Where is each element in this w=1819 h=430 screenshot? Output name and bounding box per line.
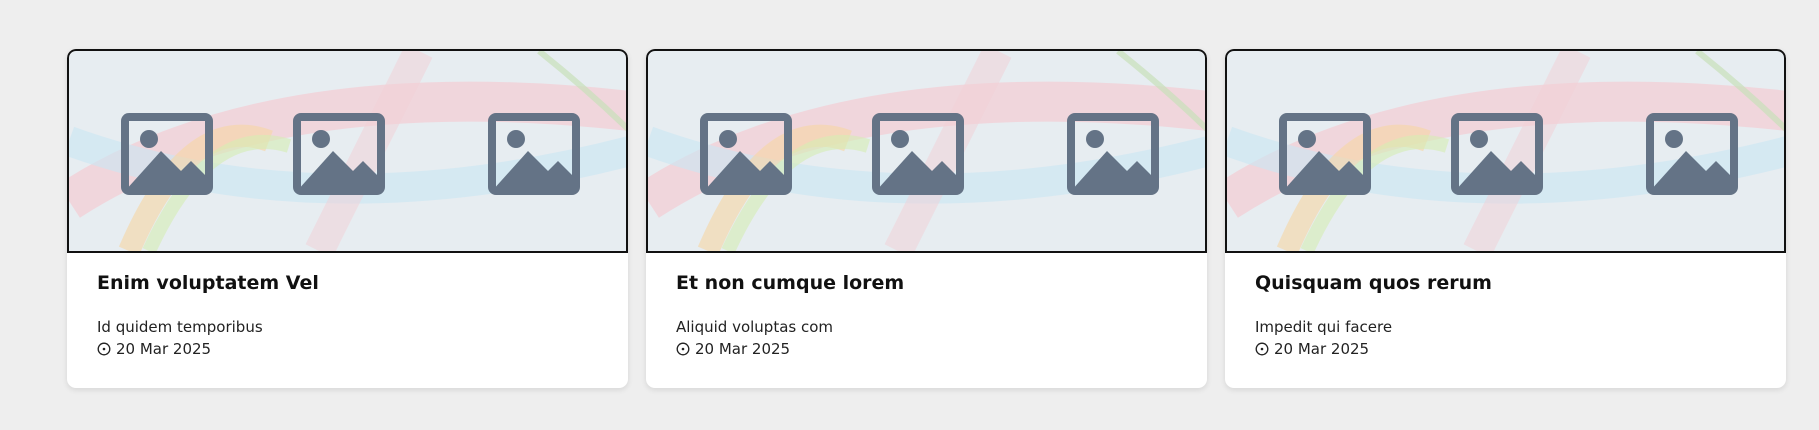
- image-placeholder-icon: [121, 113, 213, 195]
- card-body: Enim voluptatem Vel Id quidem temporibus…: [67, 253, 628, 359]
- cards-row: Enim voluptatem Vel Id quidem temporibus…: [67, 49, 1786, 388]
- article-card[interactable]: Quisquam quos rerum Impedit qui facere 2…: [1225, 49, 1786, 388]
- image-placeholder-icon: [872, 113, 964, 195]
- image-placeholder-icon: [1067, 113, 1159, 195]
- clock-icon: [676, 342, 690, 356]
- article-card[interactable]: Et non cumque lorem Aliquid voluptas com…: [646, 49, 1207, 388]
- image-placeholder-icon: [293, 113, 385, 195]
- image-placeholder-icon: [1646, 113, 1738, 195]
- date-text: 20 Mar 2025: [116, 340, 212, 358]
- card-title[interactable]: Quisquam quos rerum: [1255, 271, 1756, 295]
- image-placeholder-icon: [1279, 113, 1371, 195]
- card-description: Id quidem temporibus: [97, 318, 263, 336]
- card-description: Impedit qui facere: [1255, 318, 1393, 336]
- card-date: 20 Mar 2025: [676, 339, 1177, 359]
- card-image[interactable]: [67, 49, 628, 253]
- card-image[interactable]: [646, 49, 1207, 253]
- article-card[interactable]: Enim voluptatem Vel Id quidem temporibus…: [67, 49, 628, 388]
- card-description: Aliquid voluptas com: [676, 318, 834, 336]
- card-body: Quisquam quos rerum Impedit qui facere 2…: [1225, 253, 1786, 359]
- image-placeholder-icon: [1451, 113, 1543, 195]
- card-image[interactable]: [1225, 49, 1786, 253]
- card-date: 20 Mar 2025: [1255, 339, 1756, 359]
- card-body: Et non cumque lorem Aliquid voluptas com…: [646, 253, 1207, 359]
- image-placeholder-icon: [700, 113, 792, 195]
- card-title[interactable]: Et non cumque lorem: [676, 271, 1177, 295]
- card-date: 20 Mar 2025: [97, 339, 598, 359]
- date-text: 20 Mar 2025: [695, 340, 791, 358]
- clock-icon: [97, 342, 111, 356]
- date-text: 20 Mar 2025: [1274, 340, 1370, 358]
- image-placeholder-icon: [488, 113, 580, 195]
- card-title[interactable]: Enim voluptatem Vel: [97, 271, 598, 295]
- clock-icon: [1255, 342, 1269, 356]
